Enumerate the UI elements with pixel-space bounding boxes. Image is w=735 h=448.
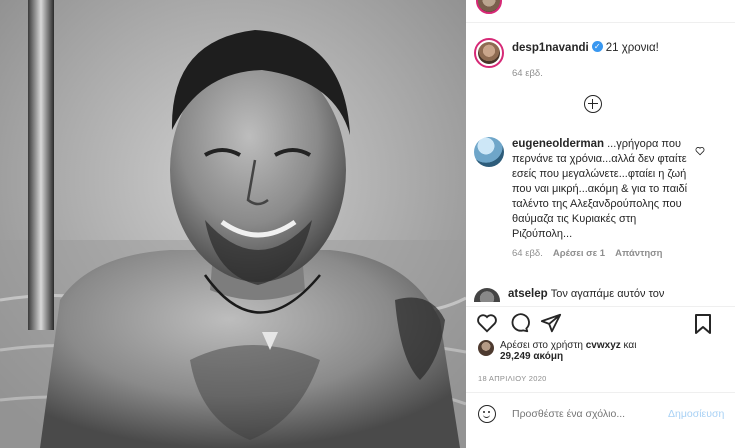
comment-reply-button[interactable]: Απάντηση bbox=[615, 248, 662, 259]
comment-likes[interactable]: Αρέσει σε 1 bbox=[553, 248, 605, 259]
action-bar bbox=[476, 312, 562, 334]
likes-prefix: Αρέσει στο χρήστη bbox=[500, 340, 583, 351]
comment2-avatar[interactable] bbox=[474, 288, 500, 302]
divider bbox=[466, 392, 735, 393]
comment-input[interactable] bbox=[510, 407, 664, 421]
divider bbox=[466, 22, 735, 23]
post-date[interactable]: 18 ΑΠΡΙΛΙΟΥ 2020 bbox=[478, 374, 547, 383]
comment-item-2: atselep Τον αγαπάμε αυτόν τον bbox=[474, 288, 724, 302]
like-heart-icon[interactable] bbox=[476, 312, 498, 334]
comment-item: eugeneolderman ...γρήγορα που περνάνε τα… bbox=[474, 137, 714, 259]
liker-username[interactable]: cvwxyz bbox=[586, 340, 621, 351]
divider bbox=[466, 306, 735, 307]
add-comment-bar: Δημοσίευση bbox=[466, 394, 735, 434]
post-photo[interactable] bbox=[0, 0, 466, 448]
emoji-icon[interactable] bbox=[478, 405, 496, 423]
share-send-icon[interactable] bbox=[540, 312, 562, 334]
comment-bubble-icon[interactable] bbox=[508, 312, 530, 334]
load-more-comments-icon[interactable] bbox=[584, 95, 602, 113]
comment-text: ...γρήγορα που περνάνε τα χρόνια...αλλά … bbox=[512, 138, 688, 240]
caption-text: 21 χρονια! bbox=[605, 42, 659, 54]
header-avatar[interactable] bbox=[476, 0, 502, 14]
caption-username[interactable]: desp1navandi bbox=[512, 42, 589, 54]
save-bookmark-button[interactable] bbox=[693, 313, 713, 335]
likes-count[interactable]: 29,249 ακόμη bbox=[500, 351, 563, 362]
post-comment-button[interactable]: Δημοσίευση bbox=[668, 408, 724, 420]
liker-avatar[interactable] bbox=[478, 340, 494, 356]
post-sidebar: desp1navandi ✓ 21 χρονια! 64 εβδ. eugeneol… bbox=[466, 0, 735, 448]
comment2-username[interactable]: atselep bbox=[508, 288, 548, 300]
comment-username[interactable]: eugeneolderman bbox=[512, 138, 604, 150]
caption-avatar[interactable] bbox=[474, 38, 504, 68]
verified-badge-icon: ✓ bbox=[591, 41, 603, 53]
post-caption: desp1navandi ✓ 21 χρονια! 64 εβδ. bbox=[474, 38, 659, 79]
comment-avatar[interactable] bbox=[474, 137, 504, 167]
comment2-text: Τον αγαπάμε αυτόν τον bbox=[550, 288, 665, 300]
comment-like-heart-icon[interactable] bbox=[695, 146, 705, 156]
comment-time[interactable]: 64 εβδ. bbox=[512, 248, 543, 259]
bookmark-icon bbox=[695, 314, 711, 334]
caption-time[interactable]: 64 εβδ. bbox=[512, 68, 659, 79]
likes-and: και bbox=[623, 340, 637, 351]
likes-summary: Αρέσει στο χρήστη cvwxyz και 29,249 ακόμ… bbox=[478, 340, 718, 362]
